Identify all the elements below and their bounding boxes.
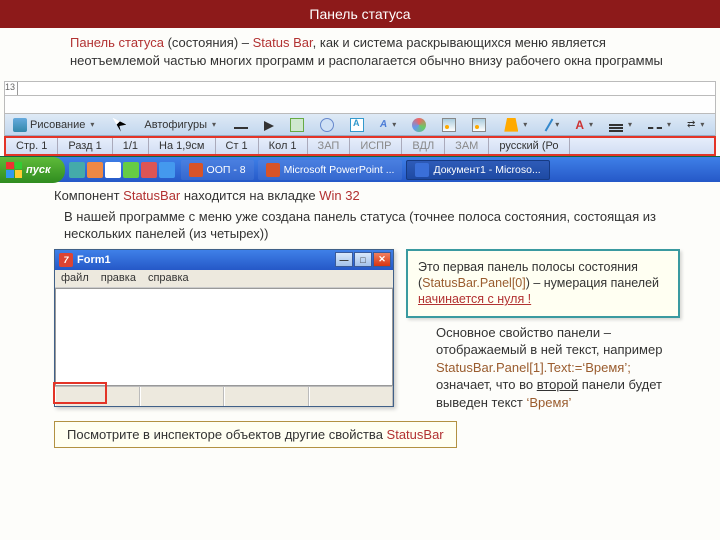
status-ovr[interactable]: ЗАМ: [445, 138, 489, 154]
tray-icon[interactable]: [159, 162, 175, 178]
document-area[interactable]: [5, 96, 715, 114]
diagram-icon: [412, 118, 426, 132]
maximize-button[interactable]: □: [354, 252, 372, 267]
pen-icon: [545, 118, 554, 131]
draw-icon: [13, 118, 27, 132]
textbox-icon: [350, 118, 364, 132]
status-line[interactable]: Ст 1: [216, 138, 259, 154]
form-titlebar[interactable]: 7 Form1 — □ ✕: [55, 250, 393, 270]
term-status-panel: Панель статуса: [70, 35, 164, 50]
windows-logo-icon: [6, 162, 22, 178]
taskbar-item-active[interactable]: Документ1 - Microso...: [406, 160, 549, 180]
fill-color-button[interactable]: [497, 116, 534, 134]
arrow-tool-button[interactable]: [257, 116, 281, 134]
tray-icon[interactable]: [141, 162, 157, 178]
delphi-form-window: 7 Form1 — □ ✕ файл правка справка: [54, 249, 394, 407]
minimize-button[interactable]: —: [335, 252, 353, 267]
clipart-button[interactable]: [435, 116, 463, 134]
windows-taskbar: пуск ООП - 8 Microsoft PowerPoint ... До…: [0, 156, 720, 182]
menu-edit[interactable]: правка: [101, 272, 136, 285]
status-trk[interactable]: ИСПР: [350, 138, 402, 154]
dash-style-button[interactable]: [641, 116, 678, 134]
form-title: Form1: [77, 254, 111, 266]
tray-icon[interactable]: [105, 162, 121, 178]
wordart-icon: A: [379, 119, 388, 130]
drawing-toolbar: Рисование Автофигуры A A ⇄: [5, 114, 715, 136]
intro-paragraph: Панель статуса (состояния) – Status Bar,…: [70, 34, 674, 69]
ruler[interactable]: 13: [5, 82, 715, 96]
delphi-icon: 7: [59, 253, 73, 267]
status-panel-1[interactable]: [140, 387, 225, 406]
word-window-fragment: 13 Рисование Автофигуры A A ⇄ Стр: [4, 81, 716, 156]
tray-icon[interactable]: [69, 162, 85, 178]
powerpoint-icon: [266, 163, 280, 177]
picture-button[interactable]: [465, 116, 493, 134]
line-color-button[interactable]: [536, 116, 566, 134]
autoshapes-button[interactable]: Автофигуры: [137, 116, 223, 134]
powerpoint-icon: [189, 163, 203, 177]
status-pagecount[interactable]: 1/1: [113, 138, 149, 154]
arrow-style-button[interactable]: ⇄: [680, 116, 711, 134]
status-panel-0[interactable]: [55, 387, 140, 406]
taskbar-item[interactable]: ООП - 8: [181, 160, 254, 180]
wordart-button[interactable]: A: [373, 116, 403, 134]
program-description: В нашей программе с меню уже создана пан…: [54, 209, 680, 243]
line-weight-icon: [609, 127, 623, 129]
arrows-icon: ⇄: [687, 119, 695, 130]
line-icon: [234, 127, 248, 129]
dash-icon: [648, 127, 662, 129]
status-lang[interactable]: русский (Ро: [489, 138, 569, 154]
word-icon: [415, 163, 429, 177]
rectangle-tool-button[interactable]: [283, 116, 311, 134]
tray-icon[interactable]: [87, 162, 103, 178]
oval-tool-button[interactable]: [313, 116, 341, 134]
status-ext[interactable]: ВДЛ: [402, 138, 445, 154]
component-location-line: Компонент StatusBar находится на вкладке…: [54, 188, 680, 203]
start-button[interactable]: пуск: [0, 157, 65, 183]
menu-file[interactable]: файл: [61, 272, 89, 285]
status-rec[interactable]: ЗАП: [308, 138, 351, 154]
status-page[interactable]: Стр. 1: [6, 138, 58, 154]
tray-icon[interactable]: [123, 162, 139, 178]
word-status-bar-highlighted: Стр. 1 Разд 1 1/1 На 1,9см Ст 1 Кол 1 ЗА…: [4, 136, 716, 156]
cursor-icon: [112, 118, 126, 132]
bucket-icon: [504, 118, 518, 132]
line-tool-button[interactable]: [227, 116, 255, 134]
slide-title: Панель статуса: [309, 6, 410, 22]
rectangle-icon: [290, 118, 304, 132]
quick-launch: [65, 162, 179, 178]
inspector-hint: Посмотрите в инспекторе объектов другие …: [54, 421, 457, 448]
close-button[interactable]: ✕: [373, 252, 391, 267]
form-client-area[interactable]: [55, 288, 393, 386]
font-color-button[interactable]: A: [568, 116, 600, 134]
status-col[interactable]: Кол 1: [259, 138, 308, 154]
status-panel-2[interactable]: [224, 387, 309, 406]
diagram-button[interactable]: [405, 116, 433, 134]
callout-panel0: Это первая панель полосы состояния (Stat…: [406, 249, 680, 318]
form-menubar: файл правка справка: [55, 270, 393, 288]
slide-title-bar: Панель статуса: [0, 0, 720, 28]
draw-menu-button[interactable]: Рисование: [6, 116, 101, 134]
status-panel-3[interactable]: [309, 387, 394, 406]
menu-help[interactable]: справка: [148, 272, 189, 285]
form-statusbar: [55, 386, 393, 406]
arrow-icon: [264, 121, 274, 131]
select-objects-button[interactable]: [105, 116, 133, 134]
panel-text-explain: Основное свойство панели – отображаемый …: [406, 318, 680, 414]
status-section[interactable]: Разд 1: [58, 138, 112, 154]
picture-icon: [472, 118, 486, 132]
oval-icon: [320, 118, 334, 132]
taskbar-item[interactable]: Microsoft PowerPoint ...: [258, 160, 403, 180]
shadow-button[interactable]: [713, 116, 720, 134]
clipart-icon: [442, 118, 456, 132]
status-at[interactable]: На 1,9см: [149, 138, 215, 154]
font-color-icon: A: [575, 118, 584, 132]
term-status-bar: Status Bar: [253, 35, 313, 50]
textbox-tool-button[interactable]: [343, 116, 371, 134]
line-weight-button[interactable]: [602, 116, 639, 134]
